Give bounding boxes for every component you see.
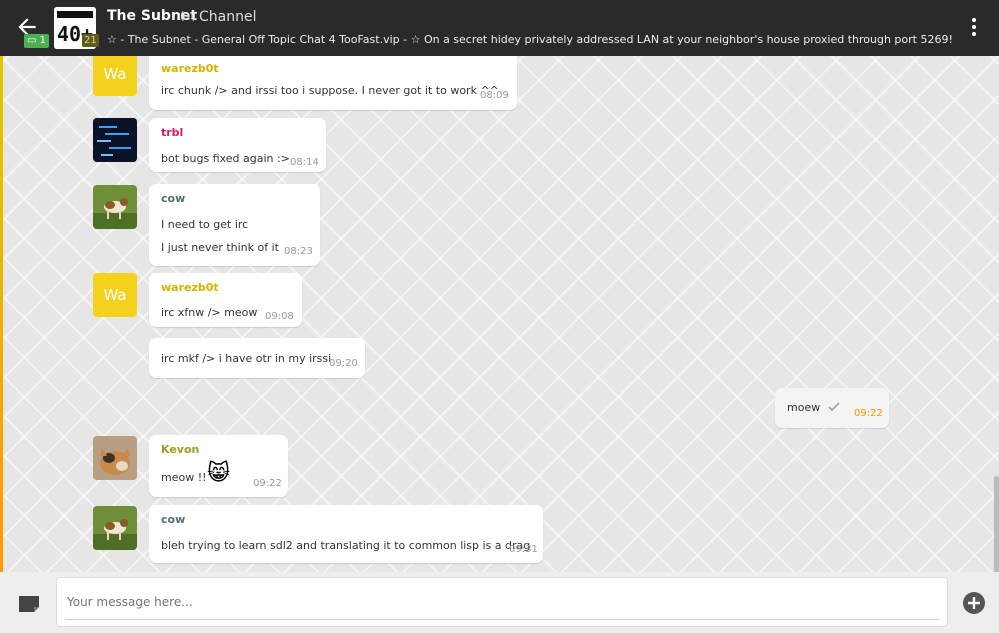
input-underline bbox=[65, 619, 939, 620]
outgoing-message-bubble[interactable]: moew 09:22 bbox=[775, 388, 889, 428]
message-list[interactable]: Wa warezb0t irc chunk /> and irssi too i… bbox=[0, 56, 999, 572]
check-icon bbox=[828, 402, 840, 412]
message-time: 08:14 bbox=[290, 157, 319, 168]
message-bubble[interactable]: cow bleh trying to learn sdl2 and transl… bbox=[149, 505, 543, 563]
message-bubble[interactable]: warezb0t irc chunk /> and irssi too i su… bbox=[149, 56, 517, 110]
message-time: 09:22 bbox=[253, 478, 282, 489]
message-bubble[interactable]: trbl bot bugs fixed again :> 08:14 bbox=[149, 118, 326, 172]
avatar-warezb0t[interactable]: Wa bbox=[93, 273, 137, 317]
message-text: irc mkf /> i have otr in my irssi bbox=[161, 352, 332, 365]
message-text: I need to get irc bbox=[161, 218, 249, 231]
message-text: moew bbox=[787, 401, 821, 414]
avatar-cow[interactable] bbox=[93, 185, 137, 229]
more-options-icon[interactable] bbox=[970, 18, 978, 40]
sender-name[interactable]: cow bbox=[161, 513, 185, 526]
sender-name[interactable]: warezb0t bbox=[161, 281, 219, 294]
unread-chats-badge: ▭ 1 bbox=[24, 34, 50, 48]
channel-topic: ☆ - The Subnet - General Off Topic Chat … bbox=[107, 33, 953, 46]
sender-name[interactable]: cow bbox=[161, 192, 185, 205]
sender-name[interactable]: trbl bbox=[161, 126, 183, 139]
message-text: bot bugs fixed again :> bbox=[161, 152, 290, 165]
broadcast-icon bbox=[181, 10, 195, 22]
avatar-kevon[interactable] bbox=[93, 436, 137, 480]
message-time: 09:20 bbox=[329, 358, 358, 369]
chat-header: ▭ 1 40+ 21 The Subnet Channel ☆ - The Su… bbox=[0, 0, 999, 56]
message-time: 09:31 bbox=[509, 544, 538, 555]
message-text: irc xfnw /> meow bbox=[161, 306, 258, 319]
avatar-trbl[interactable] bbox=[93, 118, 137, 162]
message-text: bleh trying to learn sdl2 and translatin… bbox=[161, 539, 531, 552]
sender-name[interactable]: Kevon bbox=[161, 443, 199, 456]
message-bubble[interactable]: irc mkf /> i have otr in my irssi 09:20 bbox=[149, 338, 365, 378]
message-text: irc chunk /> and irssi too i suppose. I … bbox=[161, 84, 499, 97]
message-time: 09:08 bbox=[265, 311, 294, 322]
message-text: I just never think of it bbox=[161, 241, 279, 254]
add-attachment-icon[interactable] bbox=[962, 591, 986, 615]
message-time: 08:23 bbox=[284, 246, 313, 257]
message-bubble[interactable]: warezb0t irc xfnw /> meow 09:08 bbox=[149, 273, 302, 327]
avatar-warezb0t[interactable]: Wa bbox=[93, 56, 137, 96]
message-bubble[interactable]: Kevon meow !! 😸 09:22 bbox=[149, 435, 288, 497]
grinning-cat-emoji: 😸 bbox=[207, 461, 230, 486]
accent-stripe bbox=[0, 56, 3, 572]
sticker-icon[interactable] bbox=[17, 594, 41, 614]
composer-bar bbox=[0, 572, 999, 633]
scrollbar[interactable] bbox=[994, 476, 999, 572]
message-input[interactable] bbox=[65, 588, 929, 616]
member-count-badge: 21 bbox=[82, 34, 99, 47]
message-bubble[interactable]: cow I need to get irc I just never think… bbox=[149, 184, 320, 266]
avatar-cow[interactable] bbox=[93, 506, 137, 550]
channel-type-label: Channel bbox=[199, 9, 257, 25]
message-time: 08:09 bbox=[480, 90, 509, 101]
message-text: meow !! bbox=[161, 471, 207, 484]
sender-name[interactable]: warezb0t bbox=[161, 62, 219, 75]
message-time: 09:22 bbox=[854, 408, 883, 419]
message-input-box[interactable] bbox=[56, 577, 948, 627]
